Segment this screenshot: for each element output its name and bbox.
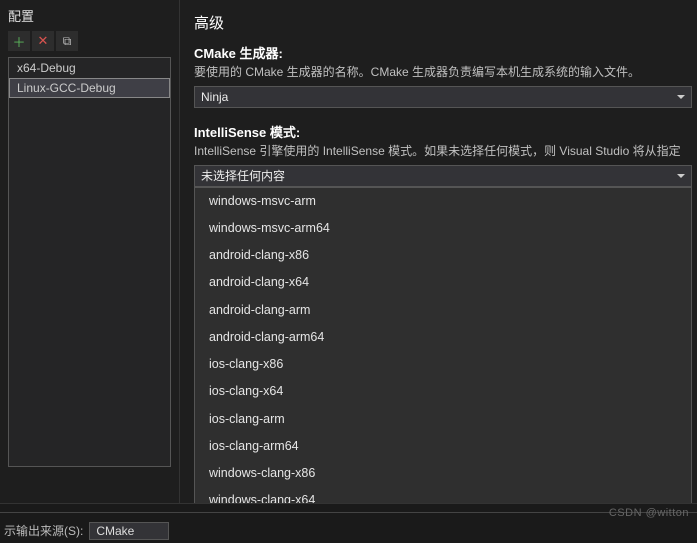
watermark: CSDN @witton — [609, 507, 689, 519]
output-source-label: 示输出来源(S): — [4, 522, 83, 539]
config-panel: 配置 ＋ ✕ ⧉ x64-DebugLinux-GCC-Debug — [0, 0, 180, 543]
cmake-generator-value: Ninja — [201, 90, 228, 104]
intellisense-option[interactable]: windows-clang-x86 — [195, 460, 691, 487]
config-toolbar: ＋ ✕ ⧉ — [8, 31, 171, 51]
intellisense-option[interactable]: android-clang-arm — [195, 297, 691, 324]
intellisense-mode-desc: IntelliSense 引擎使用的 IntelliSense 模式。如果未选择… — [194, 143, 693, 160]
intellisense-option[interactable]: android-clang-x86 — [195, 242, 691, 269]
cmake-generator-desc: 要使用的 CMake 生成器的名称。CMake 生成器负责编写本机生成系统的输入… — [194, 64, 693, 81]
remove-config-button[interactable]: ✕ — [32, 31, 54, 51]
section-advanced-title: 高级 — [194, 12, 693, 33]
intellisense-options-list[interactable]: windows-msvc-armwindows-msvc-arm64androi… — [194, 187, 692, 543]
chevron-down-icon — [677, 174, 685, 178]
cmake-generator-label: CMake 生成器: — [194, 43, 693, 62]
settings-panel: 高级 CMake 生成器: 要使用的 CMake 生成器的名称。CMake 生成… — [180, 0, 697, 543]
intellisense-option[interactable]: ios-clang-x64 — [195, 378, 691, 405]
intellisense-option[interactable]: windows-msvc-arm — [195, 188, 691, 215]
cmake-generator-dropdown[interactable]: Ninja — [194, 86, 692, 108]
chevron-down-icon — [677, 95, 685, 99]
intellisense-option[interactable]: android-clang-x64 — [195, 269, 691, 296]
intellisense-mode-value: 未选择任何内容 — [201, 167, 285, 184]
intellisense-option[interactable]: ios-clang-arm — [195, 406, 691, 433]
edit-config-button[interactable]: ⧉ — [56, 31, 78, 51]
config-item[interactable]: x64-Debug — [9, 58, 170, 78]
intellisense-mode-dropdown[interactable]: 未选择任何内容 — [194, 165, 692, 187]
output-panel: 示输出来源(S): CMake — [0, 503, 697, 543]
add-config-button[interactable]: ＋ — [8, 31, 30, 51]
config-title: 配置 — [8, 6, 171, 25]
config-list[interactable]: x64-DebugLinux-GCC-Debug — [8, 57, 171, 467]
intellisense-option[interactable]: ios-clang-arm64 — [195, 433, 691, 460]
intellisense-option[interactable]: android-clang-arm64 — [195, 324, 691, 351]
intellisense-option[interactable]: ios-clang-x86 — [195, 351, 691, 378]
output-source-select[interactable]: CMake — [89, 522, 169, 540]
intellisense-mode-label: IntelliSense 模式: — [194, 122, 693, 141]
intellisense-option[interactable]: windows-msvc-arm64 — [195, 215, 691, 242]
config-item[interactable]: Linux-GCC-Debug — [9, 78, 170, 98]
